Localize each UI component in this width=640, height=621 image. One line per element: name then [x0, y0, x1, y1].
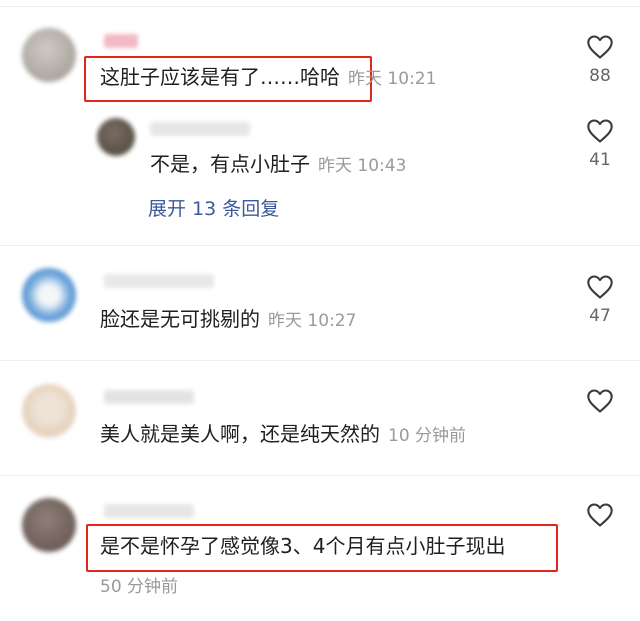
- heart-outline-icon: [587, 275, 613, 299]
- username-blurred[interactable]: [104, 274, 214, 288]
- avatar[interactable]: [22, 384, 76, 438]
- like-count: 47: [589, 306, 611, 326]
- comment-body: 脸还是无可挑剔的: [100, 307, 260, 331]
- avatar[interactable]: [22, 28, 76, 82]
- reply-username-blurred[interactable]: [150, 122, 250, 136]
- like-button[interactable]: 88: [583, 34, 617, 86]
- divider: [0, 360, 640, 361]
- comment-time: 昨天 10:21: [348, 69, 437, 89]
- heart-outline-icon: [587, 503, 613, 527]
- comment-body: 这肚子应该是有了……哈哈: [100, 65, 340, 89]
- comment-time: 10 分钟前: [388, 426, 467, 446]
- comment-body: 是不是怀孕了感觉像3、4个月有点小肚子现出: [100, 534, 506, 558]
- divider: [0, 475, 640, 476]
- expand-replies-link[interactable]: 展开 13 条回复: [148, 194, 279, 221]
- comment-text: 是不是怀孕了感觉像3、4个月有点小肚子现出: [100, 532, 505, 560]
- avatar[interactable]: [22, 498, 76, 552]
- reply-like-count: 41: [589, 150, 611, 170]
- reply-like-button[interactable]: 41: [583, 118, 617, 170]
- like-button[interactable]: 47: [583, 274, 617, 326]
- comment-time: 50 分钟前: [100, 577, 179, 597]
- like-button[interactable]: [583, 502, 617, 528]
- like-count: 88: [589, 66, 611, 86]
- reply-time: 昨天 10:43: [318, 156, 407, 176]
- comment-text: 美人就是美人啊，还是纯天然的 10 分钟前: [100, 420, 466, 450]
- comment-text: 这肚子应该是有了……哈哈 昨天 10:21: [100, 63, 436, 93]
- username-blurred[interactable]: [104, 390, 194, 404]
- reply-body: 不是，有点小肚子: [150, 152, 310, 176]
- reply-avatar[interactable]: [97, 118, 135, 156]
- comment-body: 美人就是美人啊，还是纯天然的: [100, 422, 380, 446]
- heart-outline-icon: [587, 389, 613, 413]
- comment-time: 昨天 10:27: [268, 311, 357, 331]
- top-divider: [0, 6, 640, 7]
- divider: [0, 245, 640, 246]
- reply-text: 不是，有点小肚子 昨天 10:43: [150, 150, 406, 180]
- username-blurred[interactable]: [104, 504, 194, 518]
- avatar[interactable]: [22, 268, 76, 322]
- comment-text: 脸还是无可挑剔的 昨天 10:27: [100, 305, 356, 335]
- heart-outline-icon: [587, 119, 613, 143]
- like-button[interactable]: [583, 388, 617, 414]
- heart-outline-icon: [587, 35, 613, 59]
- username-blurred[interactable]: [104, 34, 138, 48]
